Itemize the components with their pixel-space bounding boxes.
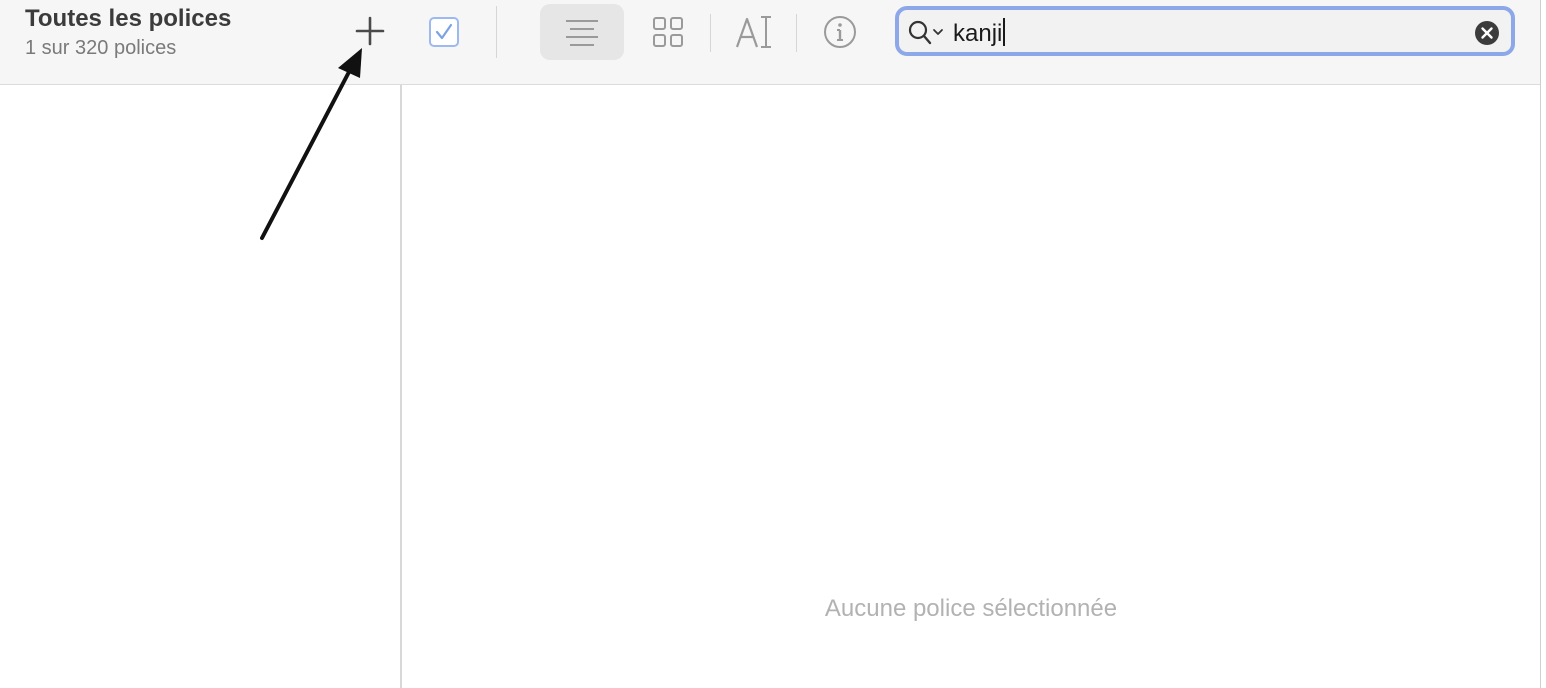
enable-font-button[interactable] <box>424 12 464 52</box>
search-menu-button[interactable] <box>907 18 947 51</box>
add-button[interactable] <box>350 10 390 52</box>
text-cursor-icon <box>735 16 771 48</box>
font-info-button[interactable] <box>820 12 860 52</box>
search-icon <box>908 20 943 45</box>
sample-text-button[interactable] <box>732 10 776 54</box>
font-book-window: Toutes les polices 1 sur 320 polices kan… <box>0 0 1546 688</box>
toolbar: Toutes les polices 1 sur 320 polices kan… <box>0 0 1540 85</box>
clear-search-button[interactable] <box>1474 20 1500 51</box>
toolbar-separator <box>710 14 711 52</box>
sidebar <box>0 85 402 688</box>
search-query-text: kanji <box>953 20 1003 47</box>
font-count: 1 sur 320 polices <box>25 37 177 59</box>
empty-state-message: Aucune police sélectionnée <box>824 595 1118 622</box>
search-query[interactable]: kanji <box>953 18 1006 48</box>
toolbar-separator <box>496 6 497 58</box>
page-title: Toutes les polices <box>25 5 232 32</box>
info-icon <box>824 16 856 48</box>
text-caret <box>1003 18 1006 46</box>
search-input[interactable]: kanji <box>895 6 1515 56</box>
list-view-button[interactable] <box>540 4 624 60</box>
grid-view-icon <box>653 17 683 47</box>
checkbox-icon <box>429 17 459 47</box>
plus-icon <box>355 16 385 46</box>
font-preview-pane: Aucune police sélectionnée <box>402 85 1540 688</box>
adjacent-window-edge <box>1540 0 1546 688</box>
list-view-icon <box>566 20 598 46</box>
clear-icon <box>1475 21 1499 45</box>
grid-view-button[interactable] <box>648 12 688 52</box>
toolbar-separator <box>796 14 797 52</box>
